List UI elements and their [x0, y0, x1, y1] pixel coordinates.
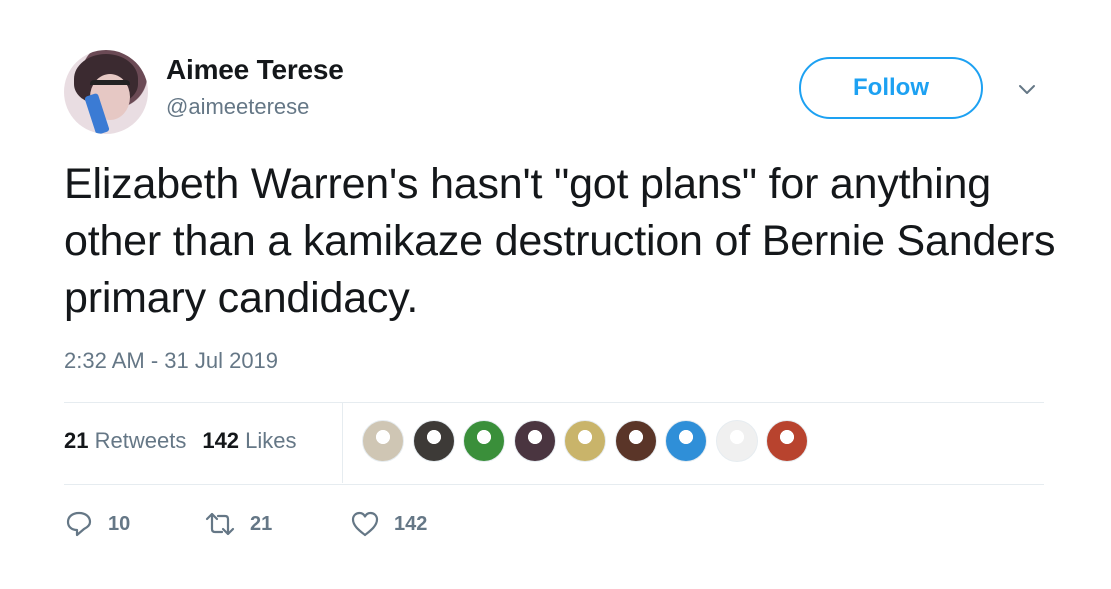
liker-avatar-1[interactable]: [362, 420, 404, 462]
retweet-count: 21: [250, 512, 273, 535]
reply-icon: [66, 511, 92, 537]
likes-stat[interactable]: 142 Likes: [202, 428, 296, 453]
chevron-down-icon[interactable]: [1015, 78, 1039, 102]
liker-avatar-2[interactable]: [412, 420, 455, 462]
liker-avatar-5[interactable]: [564, 420, 606, 462]
liker-avatar-7[interactable]: [665, 420, 707, 462]
retweets-count: 21: [64, 428, 89, 453]
tweet-timestamp[interactable]: 2:32 AM - 31 Jul 2019: [64, 348, 278, 374]
liker-avatar-3[interactable]: [463, 420, 505, 462]
likes-label: Likes: [245, 428, 297, 453]
retweets-stat[interactable]: 21 Retweets: [64, 428, 186, 453]
stats-divider: [342, 403, 343, 483]
author-handle[interactable]: @aimeeterese: [166, 94, 309, 120]
retweet-icon: [205, 512, 235, 536]
divider: [64, 402, 1044, 403]
retweet-button[interactable]: 21: [204, 507, 272, 541]
avatar[interactable]: [64, 50, 148, 134]
like-count: 142: [394, 512, 428, 535]
divider: [64, 484, 1044, 485]
liker-avatar-8[interactable]: [715, 420, 758, 462]
likes-count: 142: [202, 428, 240, 453]
liker-avatar-6[interactable]: [614, 420, 657, 462]
heart-icon: [351, 511, 379, 537]
liker-avatar-4[interactable]: [513, 420, 556, 462]
author-name[interactable]: Aimee Terese: [166, 54, 344, 86]
tweet-stats: 21 Retweets 142 Likes: [64, 428, 297, 454]
liker-avatar-9[interactable]: [766, 420, 808, 462]
reply-button[interactable]: 10: [64, 507, 130, 541]
tweet-text: Elizabeth Warren's hasn't "got plans" fo…: [64, 160, 1056, 322]
retweets-label: Retweets: [94, 428, 187, 453]
reply-count: 10: [108, 512, 131, 535]
follow-button[interactable]: Follow: [799, 57, 983, 119]
like-button[interactable]: 142: [350, 507, 427, 541]
